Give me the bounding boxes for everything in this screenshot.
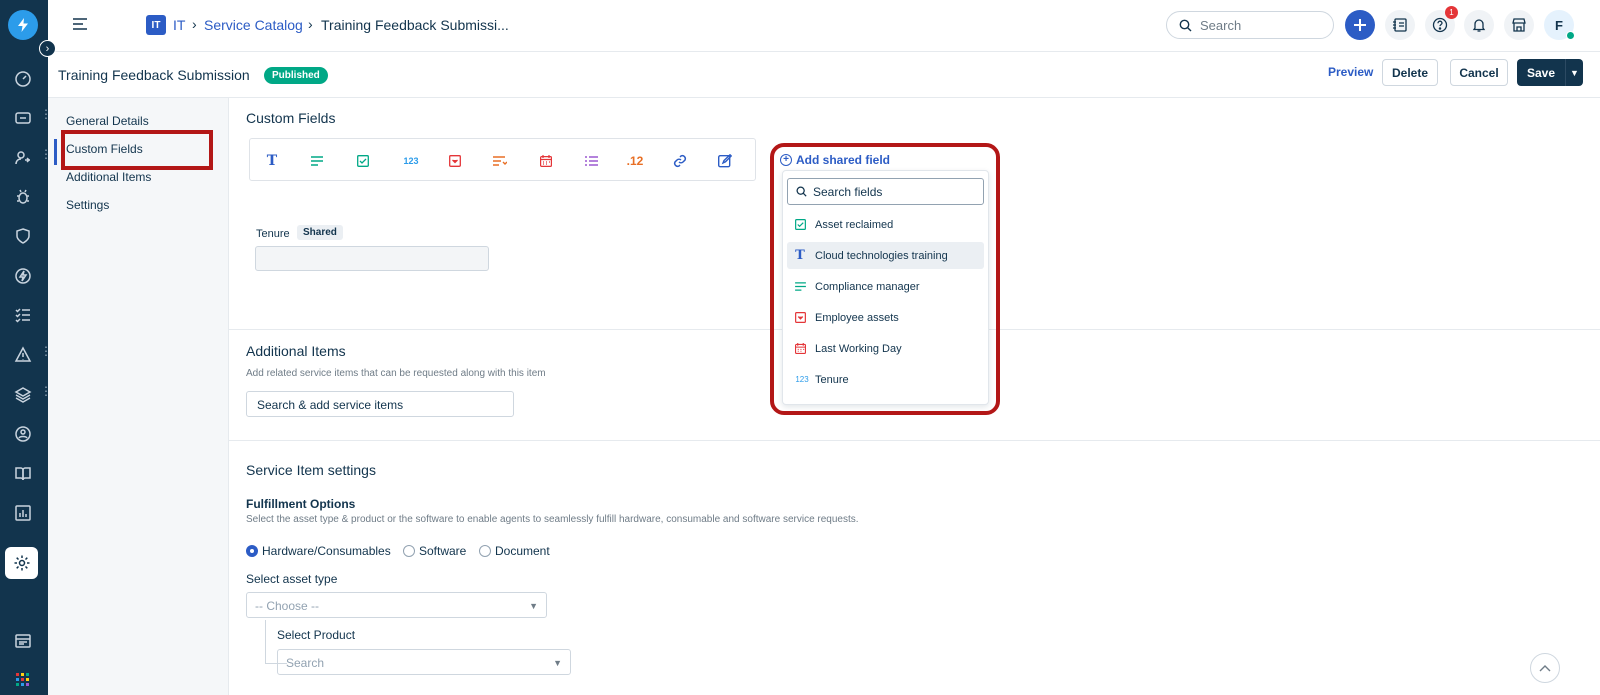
people-icon[interactable] — [8, 419, 38, 449]
shared-chip: Shared — [297, 225, 343, 240]
checkbox-field-icon[interactable] — [353, 151, 373, 171]
breadcrumb-chevron-icon: › — [308, 16, 313, 32]
shield-icon[interactable] — [8, 221, 38, 251]
book-icon[interactable] — [8, 459, 38, 489]
search-icon — [1179, 19, 1192, 31]
user-more-icon[interactable]: ⋮ — [40, 148, 52, 160]
user-change-icon[interactable] — [8, 143, 38, 173]
radio-document[interactable]: Document — [479, 544, 550, 558]
url-field-icon[interactable] — [670, 151, 690, 171]
task-list-icon[interactable] — [8, 300, 38, 330]
scroll-to-top-button[interactable] — [1530, 653, 1560, 683]
plus-icon — [1354, 19, 1366, 31]
service-items-search-input[interactable]: Search & add service items — [246, 391, 514, 417]
decimal-field-icon[interactable]: .12 — [622, 151, 648, 171]
alert-more-icon[interactable]: ⋮ — [40, 345, 52, 357]
radio-empty-icon — [403, 545, 415, 557]
rich-text-field-icon[interactable] — [715, 151, 735, 171]
select-product-label: Select Product — [277, 628, 356, 642]
alert-icon[interactable] — [8, 340, 38, 370]
help-button[interactable]: 1 — [1425, 6, 1458, 40]
asset-type-select[interactable]: -- Choose -- ▼ — [246, 592, 547, 618]
bell-icon — [1472, 19, 1486, 32]
notifications-button[interactable] — [1464, 10, 1494, 40]
service-request-button[interactable] — [1385, 10, 1415, 40]
page-title: Training Feedback Submission — [58, 67, 250, 83]
status-badge: Published — [264, 67, 328, 84]
user-avatar[interactable]: F — [1544, 10, 1575, 40]
help-icon — [1432, 17, 1448, 33]
layers-more-icon[interactable]: ⋮ — [40, 385, 52, 397]
subnav-item-general-details[interactable]: General Details — [66, 114, 149, 128]
field-type-toolbar: T 123 .12 — [249, 138, 756, 181]
radio-software[interactable]: Software — [403, 544, 466, 558]
dropdown-field-icon[interactable] — [445, 151, 465, 171]
section-divider — [229, 440, 1600, 441]
tenure-field-label: Tenure — [256, 228, 290, 240]
new-plus-button[interactable] — [1345, 10, 1375, 40]
settings-subnav: General Details Custom Fields Additional… — [48, 98, 229, 695]
expand-rail-chevron-icon[interactable]: › — [39, 40, 56, 57]
additional-items-title: Additional Items — [246, 343, 346, 359]
dashboard-icon[interactable] — [8, 64, 38, 94]
dependent-field-icon[interactable] — [490, 151, 510, 171]
store-icon — [1512, 18, 1526, 32]
tickets-icon[interactable] — [8, 103, 38, 133]
freshservice-logo-icon[interactable] — [8, 10, 38, 40]
workspace-icon[interactable] — [8, 626, 38, 656]
top-bar: IT IT › Service Catalog › Training Feedb… — [48, 0, 1600, 52]
changes-icon[interactable] — [8, 261, 38, 291]
hamburger-menu-icon[interactable] — [72, 17, 88, 34]
app-rail: › ⋮ ⋮ ⋮ ⋮ — [0, 0, 56, 695]
chevron-down-icon: ▼ — [529, 601, 538, 611]
workspace-badge: IT — [146, 15, 166, 35]
chevron-up-icon — [1539, 665, 1551, 672]
save-button[interactable]: Save ▼ — [1517, 59, 1583, 86]
breadcrumb-service-catalog[interactable]: Service Catalog — [204, 17, 303, 33]
delete-button[interactable]: Delete — [1382, 59, 1438, 86]
bug-icon[interactable] — [8, 182, 38, 212]
online-status-dot — [1566, 31, 1575, 40]
highlight-annotation-box — [770, 143, 1000, 415]
radio-hardware-consumables[interactable]: Hardware/Consumables — [246, 544, 391, 558]
multi-select-field-icon[interactable] — [581, 151, 601, 171]
fulfillment-options-label: Fulfillment Options — [246, 497, 356, 511]
page-header: Training Feedback Submission Published P… — [48, 52, 1600, 98]
number-field-icon[interactable]: 123 — [398, 151, 424, 171]
preview-link[interactable]: Preview — [1328, 65, 1373, 79]
paragraph-field-icon[interactable] — [307, 151, 327, 171]
admin-gear-icon[interactable] — [5, 547, 38, 579]
subnav-item-additional-items[interactable]: Additional Items — [66, 170, 151, 184]
asset-type-label: Select asset type — [246, 572, 338, 586]
marketplace-button[interactable] — [1504, 10, 1534, 40]
help-count-badge: 1 — [1445, 6, 1458, 19]
breadcrumb-chevron-icon: › — [192, 16, 197, 32]
product-select[interactable]: Search ▼ — [277, 649, 571, 675]
breadcrumb-it[interactable]: IT — [173, 17, 185, 33]
catalog-icon — [1393, 18, 1407, 32]
date-field-icon[interactable] — [536, 151, 556, 171]
highlight-annotation-box — [61, 130, 213, 170]
layers-icon[interactable] — [8, 380, 38, 410]
radio-empty-icon — [479, 545, 491, 557]
service-item-settings-title: Service Item settings — [246, 462, 376, 478]
custom-fields-title: Custom Fields — [246, 110, 336, 126]
fulfillment-help: Select the asset type & product or the s… — [246, 514, 859, 525]
subnav-item-settings[interactable]: Settings — [66, 198, 109, 212]
additional-items-help: Add related service items that can be re… — [246, 368, 546, 379]
cancel-button[interactable]: Cancel — [1450, 59, 1508, 86]
text-field-icon[interactable]: T — [262, 151, 282, 171]
tickets-more-icon[interactable]: ⋮ — [40, 108, 52, 120]
breadcrumb-current: Training Feedback Submissi... — [321, 17, 509, 33]
global-search-input[interactable]: Search — [1166, 11, 1334, 39]
active-indicator — [54, 139, 57, 165]
radio-selected-icon — [246, 545, 258, 557]
save-options-chevron-down-icon[interactable]: ▼ — [1565, 59, 1583, 86]
tenure-input[interactable] — [255, 246, 489, 271]
reports-icon[interactable] — [8, 498, 38, 528]
chevron-down-icon: ▼ — [553, 658, 562, 668]
apps-grid-icon[interactable] — [8, 665, 38, 695]
